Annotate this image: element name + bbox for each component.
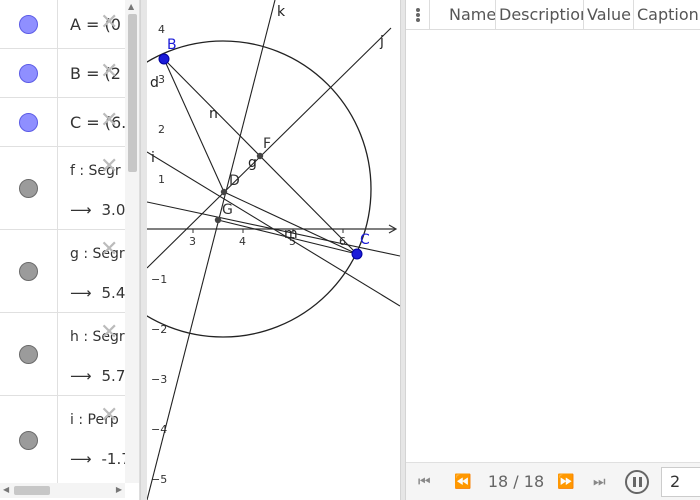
fast-forward-icon[interactable]: ⏩ [557, 473, 574, 491]
graphics-view[interactable]: 3 4 5 6 4 3 2 1 −1 −2 −3 −4 −5 k j n d i… [147, 0, 400, 500]
y-tick-label: −3 [151, 373, 167, 386]
marble-column [0, 49, 58, 97]
visibility-toggle[interactable] [19, 14, 38, 34]
algebra-item[interactable]: h : Segr ✕ ⟶ 5.7 [0, 313, 125, 396]
value-text: 3.0 [101, 201, 125, 219]
point-c[interactable] [351, 248, 363, 260]
scroll-up-icon[interactable]: ▲ [128, 2, 134, 11]
delete-icon[interactable]: ✕ [100, 12, 118, 34]
point-b[interactable] [158, 53, 170, 65]
x-tick-label: 3 [189, 235, 196, 248]
y-tick-label: −1 [151, 273, 167, 286]
column-header-value[interactable]: Value [584, 0, 634, 30]
line-label-g: g [248, 155, 257, 171]
value-text: 5.4 [101, 284, 125, 302]
construction-protocol: Name Description Value Caption ⏮ ⏪ 18 / … [406, 0, 700, 500]
marble-column [0, 98, 58, 146]
line-label-d: d [150, 75, 159, 91]
view-divider[interactable] [140, 0, 147, 500]
point-label-f: F [263, 136, 271, 152]
algebra-value: ⟶ 5.7 [70, 367, 125, 385]
visibility-toggle[interactable] [19, 261, 38, 281]
column-header-name[interactable]: Name [446, 0, 496, 30]
point-g[interactable] [214, 216, 222, 224]
algebra-value: ⟶ 5.4 [70, 284, 125, 302]
line-label-i: i [151, 150, 155, 166]
y-tick-label: 4 [158, 23, 165, 36]
skip-first-icon[interactable]: ⏮ [418, 473, 431, 491]
step-counter: 18 / 18 [487, 472, 545, 491]
marble-column [0, 396, 58, 485]
arrow-right-icon: ⟶ [70, 201, 92, 219]
algebra-vertical-scrollbar[interactable]: ▲ [125, 0, 139, 483]
visibility-toggle[interactable] [19, 112, 38, 132]
line-label-n: n [209, 106, 218, 122]
dots-vertical-icon[interactable] [406, 0, 430, 30]
algebra-item[interactable]: g : Segr ✕ ⟶ 5.4 [0, 230, 125, 313]
marble-column [0, 313, 58, 395]
graphics-canvas[interactable]: 3 4 5 6 4 3 2 1 −1 −2 −3 −4 −5 k j n d i… [147, 0, 400, 500]
pause-icon[interactable] [625, 470, 649, 494]
algebra-item[interactable]: f : Segr ✕ ⟶ 3.0 [0, 147, 125, 230]
point-label-d: D [229, 173, 240, 189]
delete-icon[interactable]: ✕ [100, 405, 118, 427]
point-label-b: B [167, 37, 177, 53]
y-tick-label: 3 [158, 73, 165, 86]
scrollbar-thumb[interactable] [128, 14, 137, 172]
arrow-right-icon: ⟶ [70, 284, 92, 302]
arrow-right-icon: ⟶ [70, 367, 92, 385]
visibility-toggle[interactable] [19, 63, 38, 83]
point-label-g: G [222, 202, 233, 218]
protocol-navigation-bar: ⏮ ⏪ 18 / 18 ⏩ ⏭ 2 [406, 462, 700, 500]
algebra-value: ⟶ -1.7 [70, 450, 125, 468]
line-label-k: k [277, 4, 286, 20]
algebra-item[interactable]: i : Perp✕⟶-1.7 [0, 396, 125, 486]
circle[interactable] [147, 40, 372, 338]
column-header-description[interactable]: Description [496, 0, 584, 30]
value-text: 5.7 [101, 367, 125, 385]
delete-icon[interactable]: ✕ [100, 239, 118, 261]
y-tick-label: −2 [151, 323, 167, 336]
algebra-view: A = (0 ✕ B = (2 ✕ C = (6. ✕ f : Segr ✕ ⟶ 3.0 g : S… [0, 0, 140, 500]
delete-icon[interactable]: ✕ [100, 110, 118, 132]
line-k[interactable] [147, 0, 276, 500]
visibility-toggle[interactable] [19, 178, 38, 198]
protocol-header: Name Description Value Caption [406, 0, 700, 30]
algebra-horizontal-scrollbar[interactable]: ◀ ▶ [0, 483, 125, 498]
algebra-value: ⟶ 3.0 [70, 201, 125, 219]
marble-column [0, 230, 58, 312]
arrow-right-icon: ⟶ [70, 450, 92, 468]
marble-column [0, 147, 58, 229]
point-f[interactable] [256, 152, 264, 160]
point-d[interactable] [220, 188, 228, 196]
delete-icon[interactable]: ✕ [100, 322, 118, 344]
delete-icon[interactable]: ✕ [100, 156, 118, 178]
segment-b-d[interactable] [163, 58, 225, 193]
value-text: -1.7 [101, 450, 125, 468]
delete-icon[interactable]: ✕ [100, 61, 118, 83]
rewind-icon[interactable]: ⏪ [454, 473, 471, 491]
geogebra-app: A = (0 ✕ B = (2 ✕ C = (6. ✕ f : Segr ✕ ⟶ 3.0 g : S… [0, 0, 700, 500]
algebra-item[interactable]: B = (2 ✕ [0, 49, 125, 98]
x-tick-label: 4 [239, 235, 246, 248]
scrollbar-thumb[interactable] [14, 486, 50, 495]
speed-input[interactable]: 2 [661, 467, 700, 497]
skip-last-icon[interactable]: ⏭ [593, 473, 606, 491]
visibility-toggle[interactable] [19, 344, 38, 364]
algebra-item[interactable]: C = (6. ✕ [0, 98, 125, 147]
y-tick-label: 1 [158, 173, 165, 186]
algebra-item[interactable]: A = (0 ✕ [0, 0, 125, 49]
marble-column [0, 0, 58, 48]
scroll-right-icon[interactable]: ▶ [116, 485, 122, 494]
visibility-toggle[interactable] [19, 431, 38, 450]
scroll-left-icon[interactable]: ◀ [3, 485, 9, 494]
point-label-c: C [360, 232, 370, 248]
y-tick-label: 2 [158, 123, 165, 136]
line-label-j: j [379, 34, 384, 50]
column-header-caption[interactable]: Caption [634, 0, 700, 30]
line-label-m: m [284, 226, 298, 242]
